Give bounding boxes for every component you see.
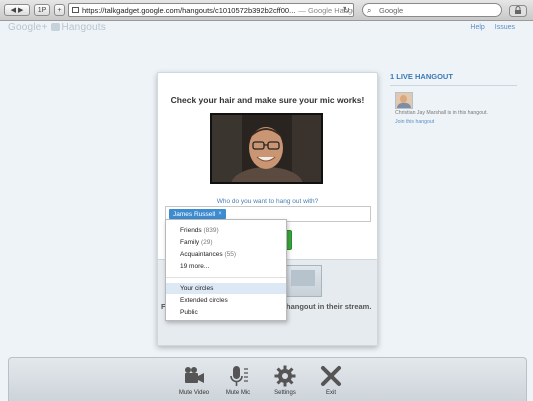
dialog-headline: Check your hair and make sure your mic w… xyxy=(170,95,365,105)
avatar[interactable] xyxy=(395,92,413,109)
issues-link[interactable]: Issues xyxy=(495,24,515,31)
dropdown-item-friends[interactable]: Friends (839) xyxy=(166,225,286,236)
dropdown-item-label: Public xyxy=(180,309,198,316)
settings-button[interactable]: Settings xyxy=(265,364,305,396)
dropdown-item-public[interactable]: Public xyxy=(166,307,286,318)
dropdown-item-family[interactable]: Family (29) xyxy=(166,237,286,248)
back-arrow-icon[interactable]: ◀ xyxy=(11,6,16,14)
panel-heading: 1 LIVE HANGOUT xyxy=(390,72,453,81)
dropdown-divider xyxy=(166,277,286,278)
dropdown-item-label: Your circles xyxy=(180,285,214,292)
search-icon: ⌕ xyxy=(367,6,372,15)
lower-text: hangout in their stream. xyxy=(286,302,372,311)
dropdown-item-count: (839) xyxy=(203,227,219,234)
dropdown-item-label: Acquaintances xyxy=(180,251,223,258)
panel-divider xyxy=(390,85,517,86)
dropdown-item-extended-circles[interactable]: Extended circles xyxy=(166,295,286,306)
mute-video-button[interactable]: Mute Video xyxy=(174,364,214,396)
mute-video-label: Mute Video xyxy=(178,390,210,396)
camera-preview-image xyxy=(212,115,321,182)
close-icon xyxy=(319,364,343,388)
header-links: Help Issues xyxy=(462,24,515,31)
remove-chip-icon[interactable]: × xyxy=(218,211,222,217)
microphone-icon xyxy=(226,364,250,388)
logo-hangouts: Hangouts xyxy=(61,22,106,33)
join-hangout-link[interactable]: Join this hangout xyxy=(395,119,434,125)
dropdown-item-label: Friends xyxy=(180,227,202,234)
hangout-participant-info: Christian Jay Marshall is in this hangou… xyxy=(395,110,488,116)
address-bar[interactable]: https://talkgadget.google.com/hangouts/c… xyxy=(68,3,354,17)
reload-icon[interactable]: ↻ xyxy=(342,5,350,16)
url-text: https://talkgadget.google.com/hangouts/c… xyxy=(82,5,296,15)
dropdown-item-count: (29) xyxy=(200,239,213,246)
exit-button[interactable]: Exit xyxy=(311,364,351,396)
dropdown-item-label: 19 more... xyxy=(180,263,210,270)
forward-arrow-icon[interactable]: ▶ xyxy=(18,6,23,14)
dropdown-item-acquaintances[interactable]: Acquaintances (55) xyxy=(166,249,286,260)
video-camera-icon xyxy=(182,364,206,388)
app-header: Google+ Hangouts Help Issues xyxy=(0,21,533,39)
invitee-chip-label: James Russell xyxy=(173,210,216,218)
search-input[interactable]: ⌕ Google xyxy=(362,3,502,17)
exit-label: Exit xyxy=(325,390,336,396)
back-forward-buttons[interactable]: ◀ ▶ xyxy=(4,4,30,16)
hangouts-icon xyxy=(50,23,60,31)
mute-mic-label: Mute Mic xyxy=(225,390,251,396)
help-link[interactable]: Help xyxy=(470,24,484,31)
dropdown-item-count: (55) xyxy=(224,251,237,258)
live-hangouts-panel: 1 LIVE HANGOUT Christian Jay Marshall is… xyxy=(390,72,517,132)
search-placeholder: Google xyxy=(379,5,404,15)
browser-toolbar: ◀ ▶ 1P + https://talkgadget.google.com/h… xyxy=(0,0,533,21)
logo-google: Google+ xyxy=(8,22,48,33)
invitee-chip[interactable]: James Russell × xyxy=(169,209,226,219)
camera-preview xyxy=(210,113,323,184)
invite-question: Who do you want to hang out with? xyxy=(216,198,319,205)
gear-icon xyxy=(273,364,297,388)
settings-label: Settings xyxy=(274,390,296,396)
circles-dropdown[interactable]: Friends (839) Family (29) Acquaintances … xyxy=(165,219,287,321)
dropdown-item-label: Extended circles xyxy=(180,297,228,304)
dropdown-item-your-circles[interactable]: Your circles xyxy=(166,283,286,294)
pages-button[interactable]: 1P xyxy=(34,4,50,16)
hangout-controls-toolbar: Mute Video Mute Mic Settings Exit xyxy=(8,357,527,401)
new-tab-button[interactable]: + xyxy=(54,4,65,16)
stream-illustration xyxy=(286,265,322,297)
lock-icon[interactable] xyxy=(509,4,527,17)
dropdown-item-more[interactable]: 19 more... xyxy=(166,261,286,272)
dropdown-item-label: Family xyxy=(180,239,200,246)
mute-mic-button[interactable]: Mute Mic xyxy=(218,364,258,396)
site-icon xyxy=(72,7,79,13)
google-hangouts-logo: Google+ Hangouts xyxy=(8,22,106,33)
